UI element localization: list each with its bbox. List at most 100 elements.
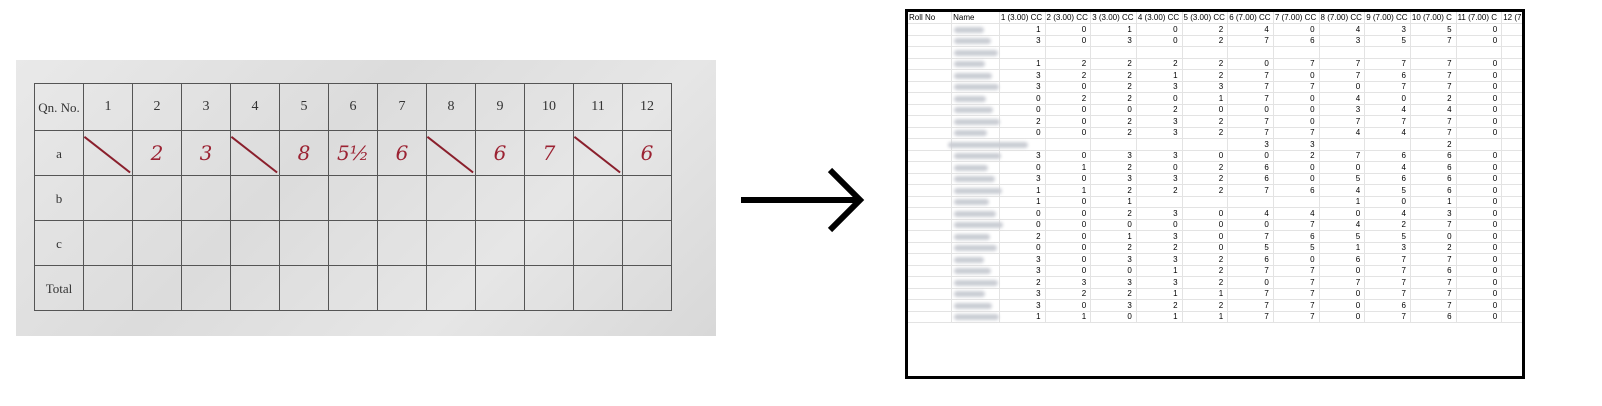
score-cell: 7: [1227, 92, 1274, 105]
roll-no-cell: [908, 127, 953, 139]
mark-cell: [622, 265, 672, 311]
score-cell: 0: [1136, 161, 1183, 174]
score-cell: [1182, 196, 1229, 208]
score-cell: 3: [1410, 207, 1457, 220]
mark-cell: [132, 175, 182, 221]
redacted-name-cell: [951, 173, 1000, 185]
score-cell: 0: [1090, 104, 1137, 116]
score-cell: 1: [1182, 288, 1229, 300]
redacted-name-cell: [951, 265, 1000, 277]
score-cell: 0: [1456, 230, 1503, 243]
table-row: 00232774470: [908, 127, 1522, 139]
score-cell: 4: [1364, 127, 1411, 139]
score-cell: 2: [1090, 207, 1137, 220]
score-cell: 0: [1456, 150, 1503, 162]
mark-cell: [573, 175, 623, 221]
blurred-name: [954, 233, 991, 240]
score-cell: 0: [1273, 115, 1320, 128]
question-number: 6: [328, 83, 378, 131]
score-cell: 7: [1227, 115, 1274, 128]
score-cell: 0: [1045, 35, 1092, 47]
mark-cell: [328, 265, 378, 311]
mark-cell: [573, 220, 623, 266]
score-cell: 7: [1319, 58, 1366, 70]
column-header: 10 (7.00) C: [1410, 12, 1457, 24]
truncated-cell: [1501, 127, 1522, 139]
score-cell: 0: [999, 207, 1046, 220]
score-cell: 4: [1319, 219, 1366, 231]
score-cell: 7: [1227, 265, 1274, 277]
score-cell: 1: [1045, 161, 1092, 174]
roll-no-cell: [908, 115, 953, 128]
score-cell: 3: [999, 253, 1046, 266]
score-cell: 0: [999, 219, 1046, 231]
table-row: 02201704020: [908, 92, 1522, 105]
score-cell: 0: [1273, 161, 1320, 174]
truncated-cell: [1501, 173, 1522, 185]
score-cell: 0: [1319, 265, 1366, 277]
mark-cell: 8: [279, 130, 329, 176]
score-cell: 2: [1136, 58, 1183, 70]
roll-no-cell: [908, 23, 953, 36]
score-cell: 0: [1456, 35, 1503, 47]
score-cell: 2: [1045, 69, 1092, 82]
score-cell: 2: [1182, 173, 1229, 185]
roll-no-cell: [908, 196, 953, 208]
mark-cell: [181, 265, 231, 311]
score-cell: 6: [1227, 161, 1274, 174]
score-cell: 6: [1410, 161, 1457, 174]
score-cell: 3: [1136, 81, 1183, 93]
redacted-name-cell: [951, 253, 1000, 266]
blurred-name: [954, 72, 993, 79]
mark-cell: [83, 175, 133, 221]
blurred-name: [954, 118, 1001, 125]
scanned-answer-sheet: Qn. No. 1 2 3 4 5 6 7 8 9 10 11 12 a 2 3 8 5½ 6 6 7 6 b c Total: [16, 60, 716, 336]
score-cell: 7: [1410, 69, 1457, 82]
score-cell: 4: [1319, 184, 1366, 197]
handwritten-mark: 2: [150, 141, 164, 165]
score-cell: 0: [1045, 150, 1092, 162]
redacted-name-cell: [951, 242, 1000, 254]
blurred-name: [954, 38, 992, 45]
score-cell: 3: [1090, 35, 1137, 47]
score-cell: 7: [1364, 311, 1411, 323]
score-cell: 3: [1136, 253, 1183, 266]
score-cell: 6: [1227, 173, 1274, 185]
score-cell: [1319, 46, 1366, 59]
mark-cell: [524, 175, 574, 221]
score-cell: 0: [1319, 81, 1366, 93]
roll-no-cell: [908, 104, 953, 116]
mark-cell: [181, 220, 231, 266]
column-header: 6 (7.00) CC: [1227, 12, 1274, 24]
question-number: 9: [475, 83, 525, 131]
mark-cell: [181, 175, 231, 221]
score-cell: 0: [1456, 127, 1503, 139]
score-cell: 0: [1273, 253, 1320, 266]
score-cell: [1364, 138, 1411, 151]
score-cell: 6: [1364, 299, 1411, 312]
score-cell: 0: [1273, 173, 1320, 185]
right-arrow-icon: [741, 167, 865, 233]
table-row: 30332606770: [908, 253, 1522, 266]
score-cell: 0: [1182, 207, 1229, 220]
score-cell: 0: [999, 127, 1046, 139]
score-cell: 7: [1227, 35, 1274, 47]
score-cell: 0: [999, 92, 1046, 105]
mark-cell: [426, 220, 476, 266]
redacted-name-cell: [951, 69, 1000, 82]
mark-cell: [230, 175, 280, 221]
score-cell: 7: [1273, 288, 1320, 300]
score-cell: 6: [1410, 150, 1457, 162]
mark-cell: 6: [622, 130, 672, 176]
column-header: 1 (3.00) CC: [999, 12, 1046, 24]
mark-cell: [132, 220, 182, 266]
score-cell: 0: [1045, 196, 1092, 208]
redacted-name-cell: [951, 288, 1000, 300]
score-cell: 0: [1456, 92, 1503, 105]
table-row: 32211770770: [908, 288, 1522, 300]
redacted-name-cell: [951, 127, 1000, 139]
score-cell: 7: [1227, 69, 1274, 82]
score-cell: 3: [999, 299, 1046, 312]
roll-no-cell: [908, 253, 953, 266]
handwritten-mark: 3: [199, 141, 213, 165]
